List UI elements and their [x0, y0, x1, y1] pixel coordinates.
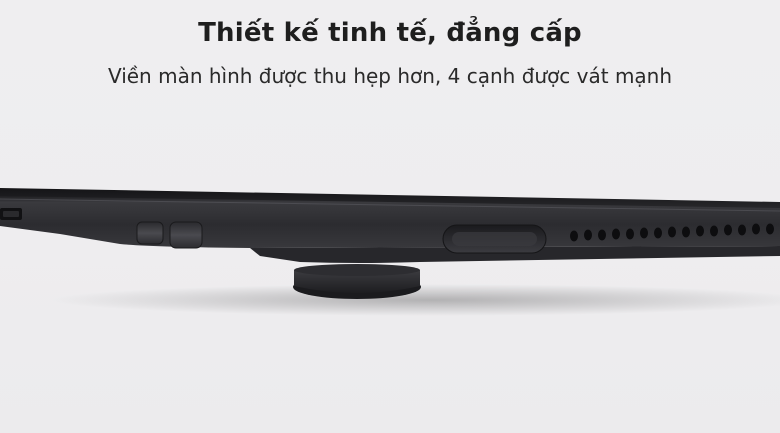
camera-bump-rim [294, 264, 420, 276]
volume-down-button [169, 221, 203, 249]
banner-subhead: Viền màn hình được thu hẹp hơn, 4 cạnh đ… [107, 64, 673, 88]
left-slot-inner [3, 211, 19, 217]
banner-headline: Thiết kế tinh tế, đẳng cấp [198, 18, 582, 48]
usb-c-port-inner [452, 232, 537, 246]
volume-up-button [136, 221, 164, 245]
banner-canvas: Thiết kế tinh tế, đẳng cấp Viền màn hình… [0, 0, 780, 433]
